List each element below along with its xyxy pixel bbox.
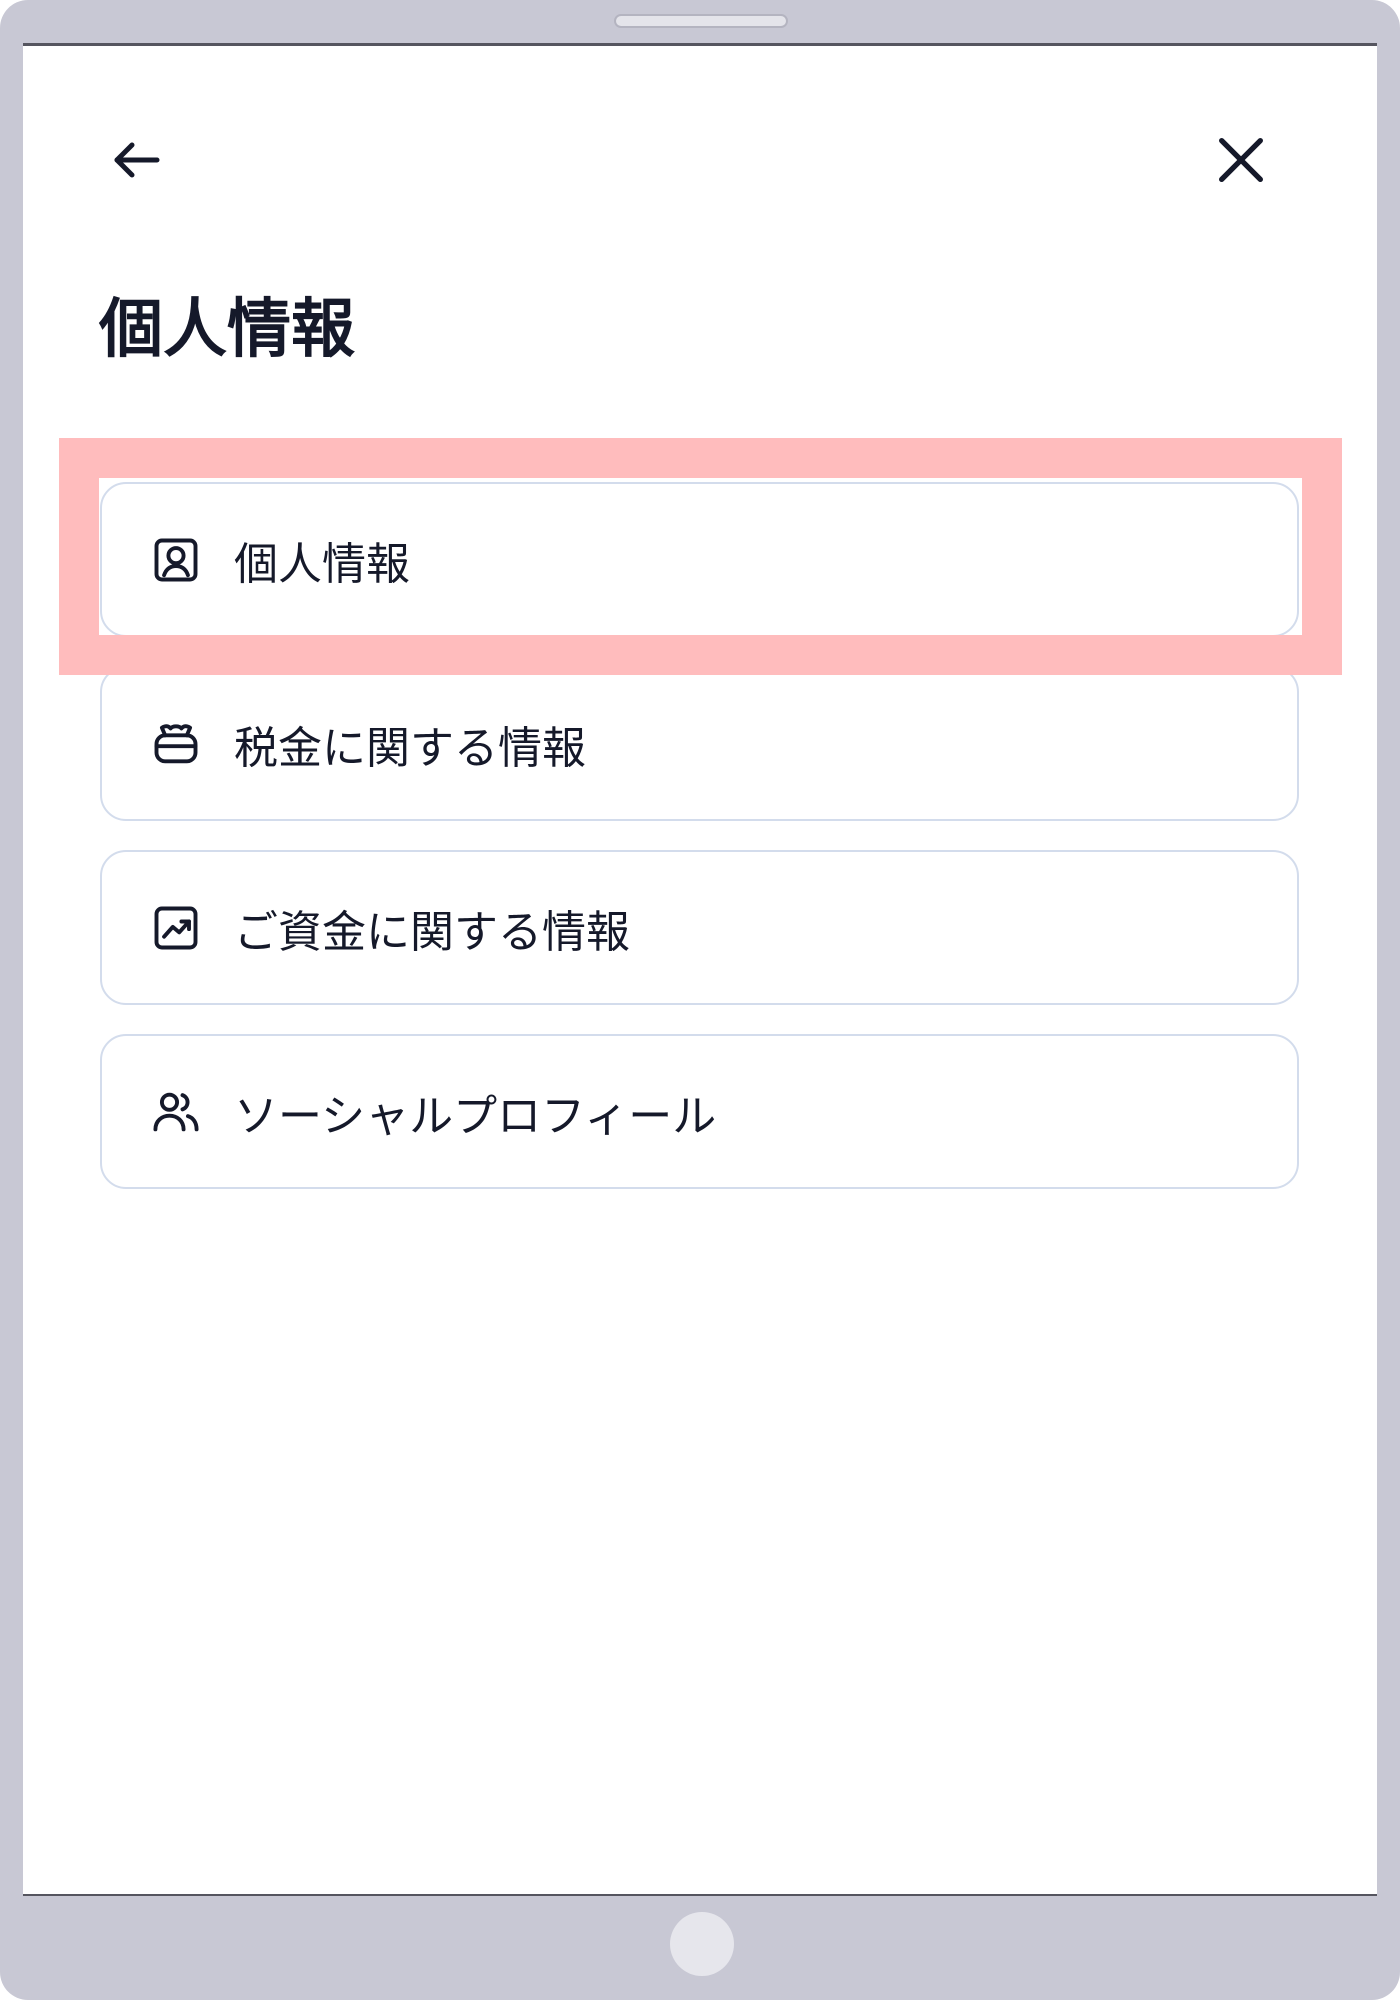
menu-item-social-profile[interactable]: ソーシャルプロフィール	[100, 1034, 1299, 1189]
arrow-left-icon	[114, 142, 160, 178]
menu-item-financial-info[interactable]: ご資金に関する情報	[100, 850, 1299, 1005]
tablet-frame: 個人情報 個人情報 税金に関する情報 ご資金に関する情報 ソーシャルプロフィール	[0, 0, 1400, 2000]
home-button[interactable]	[670, 1912, 734, 1976]
id-card-icon	[150, 534, 202, 586]
money-bag-icon	[150, 718, 202, 770]
menu-item-label: 個人情報	[234, 538, 410, 590]
device-speaker	[614, 14, 788, 28]
close-icon	[1219, 138, 1263, 182]
close-button[interactable]	[1205, 124, 1277, 196]
menu-item-label: ご資金に関する情報	[234, 906, 630, 958]
menu-item-personal-info[interactable]: 個人情報	[100, 482, 1299, 637]
page-title: 個人情報	[99, 293, 355, 367]
menu-item-tax-info[interactable]: 税金に関する情報	[100, 666, 1299, 821]
chart-trend-icon	[150, 902, 202, 954]
app-screen: 個人情報 個人情報 税金に関する情報 ご資金に関する情報 ソーシャルプロフィール	[23, 43, 1377, 1896]
users-icon	[150, 1086, 202, 1138]
menu-item-label: ソーシャルプロフィール	[234, 1090, 717, 1142]
menu-item-label: 税金に関する情報	[234, 722, 586, 774]
back-button[interactable]	[101, 124, 173, 196]
